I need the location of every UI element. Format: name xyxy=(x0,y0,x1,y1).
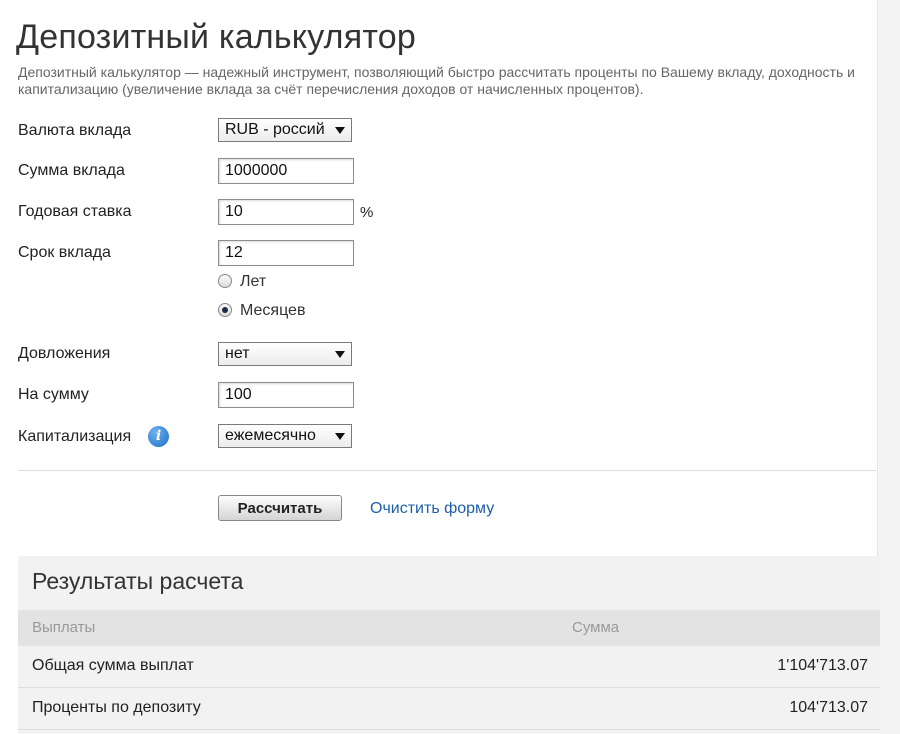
currency-label: Валюта вклада xyxy=(18,122,132,139)
rate-input[interactable] xyxy=(218,199,354,225)
term-option-months[interactable]: Месяцев xyxy=(218,302,305,324)
additions-label: Довложения xyxy=(18,345,111,362)
deposit-calculator-page: Депозитный калькулятор Депозитный кальку… xyxy=(0,0,900,734)
info-icon[interactable]: i xyxy=(148,426,169,447)
term-row: Срок вклада xyxy=(0,240,880,270)
column-header-sum: Сумма xyxy=(572,619,620,636)
chevron-down-icon xyxy=(335,433,345,440)
table-row: Проценты по депозиту 104'713.07 xyxy=(18,688,880,730)
row-name: Проценты по депозиту xyxy=(32,699,201,716)
addition-amount-input[interactable] xyxy=(218,382,354,408)
rate-label: Годовая ставка xyxy=(18,203,132,220)
table-row: Общая сумма выплат 1'104'713.07 xyxy=(18,646,880,688)
results-title: Результаты расчета xyxy=(32,568,244,594)
amount-input[interactable] xyxy=(218,158,354,184)
term-input[interactable] xyxy=(218,240,354,266)
row-value: 1'104'713.07 xyxy=(777,657,868,674)
rate-unit: % xyxy=(360,204,374,221)
calculate-button[interactable]: Рассчитать xyxy=(218,495,342,521)
capitalization-select-value: ежемесячно xyxy=(225,427,316,444)
column-header-payments: Выплаты xyxy=(32,619,96,636)
radio-months[interactable] xyxy=(218,303,232,317)
amount-row: Сумма вклада xyxy=(0,158,880,188)
row-name: Общая сумма выплат xyxy=(32,657,194,674)
page-intro: Депозитный калькулятор — надежный инстру… xyxy=(18,64,855,97)
page-right-edge xyxy=(877,0,900,734)
results-panel: Результаты расчета Выплаты Сумма Общая с… xyxy=(18,556,880,734)
currency-select-value: RUB - россий xyxy=(225,121,325,138)
rate-row: Годовая ставка % xyxy=(0,199,880,229)
results-table-header: Выплаты Сумма xyxy=(18,610,880,646)
currency-select[interactable]: RUB - россий xyxy=(218,118,352,142)
additions-row: Довложения нет xyxy=(0,341,880,371)
addition-amount-row: На сумму xyxy=(0,382,880,412)
addition-amount-label: На сумму xyxy=(18,386,89,403)
term-option-years-label: Лет xyxy=(240,273,267,290)
term-option-months-label: Месяцев xyxy=(240,302,306,319)
term-label: Срок вклада xyxy=(18,244,111,261)
form-divider xyxy=(18,470,876,471)
chevron-down-icon xyxy=(335,127,345,134)
additions-select[interactable]: нет xyxy=(218,342,352,366)
capitalization-select[interactable]: ежемесячно xyxy=(218,424,352,448)
amount-label: Сумма вклада xyxy=(18,162,125,179)
capitalization-row: Капитализация i ежемесячно xyxy=(0,424,880,454)
page-title: Депозитный калькулятор xyxy=(16,18,416,56)
row-value: 104'713.07 xyxy=(789,699,868,716)
additions-select-value: нет xyxy=(225,345,250,362)
clear-form-link[interactable]: Очистить форму xyxy=(370,500,494,518)
capitalization-label: Капитализация xyxy=(18,428,132,445)
term-option-years[interactable]: Лет xyxy=(218,273,266,295)
radio-years[interactable] xyxy=(218,274,232,288)
chevron-down-icon xyxy=(335,351,345,358)
currency-row: Валюта вклада RUB - россий xyxy=(0,118,880,148)
